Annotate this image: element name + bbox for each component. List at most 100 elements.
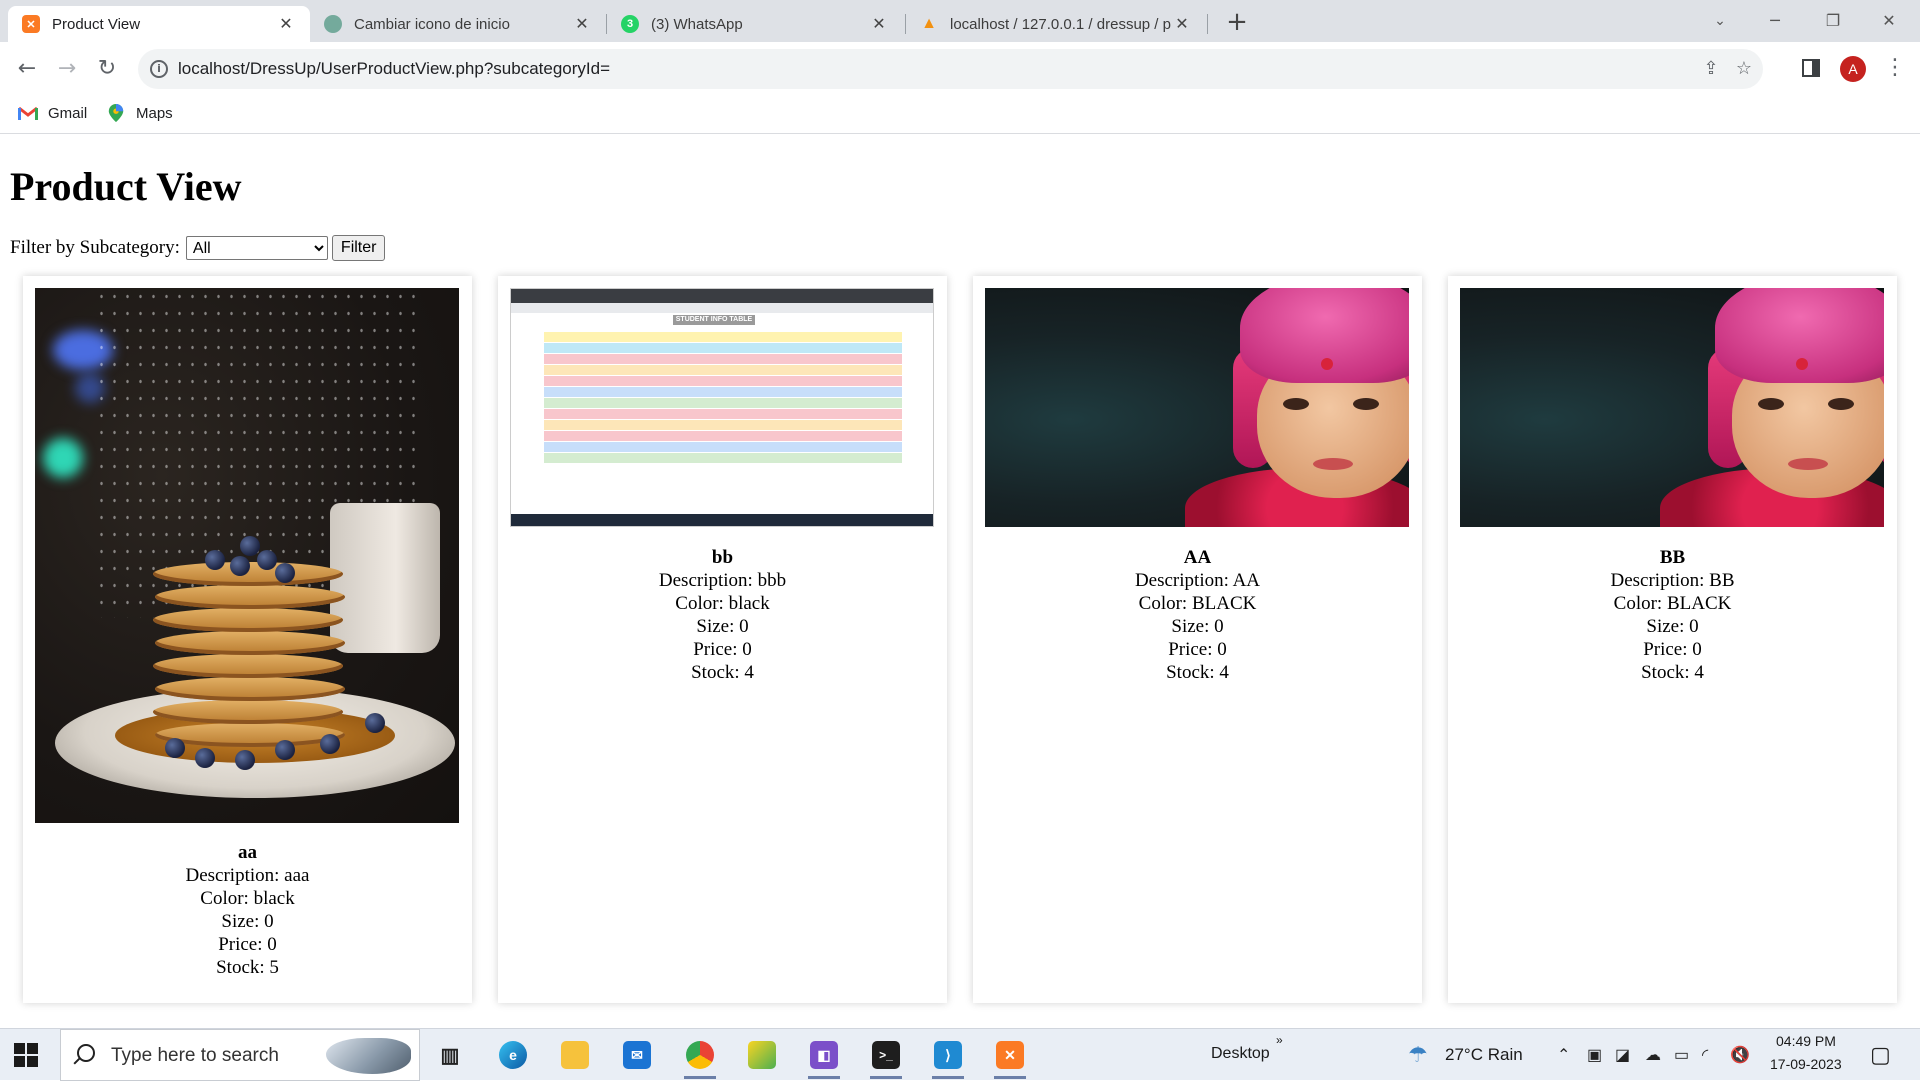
close-tab-icon[interactable]: ✕: [276, 14, 296, 34]
product-stock: Stock: 5: [216, 957, 279, 978]
task-view-icon[interactable]: ▥: [430, 1035, 470, 1075]
tab-whatsapp[interactable]: 3 (3) WhatsApp ✕: [607, 6, 903, 42]
page-content: Product View Filter by Subcategory: All …: [0, 135, 1920, 1028]
back-button[interactable]: ←: [10, 52, 44, 86]
bookmark-gmail[interactable]: Gmail: [18, 104, 87, 122]
xampp-icon[interactable]: ✕: [990, 1035, 1030, 1079]
page-title: Product View: [10, 164, 242, 209]
meet-now-icon[interactable]: ▣: [1587, 1045, 1602, 1065]
product-color: Color: BLACK: [1138, 593, 1257, 614]
tab-cambiar-icono[interactable]: Cambiar icono de inicio ✕: [310, 6, 606, 42]
tray-app-icon[interactable]: ◪: [1615, 1045, 1630, 1065]
search-highlight-image: [326, 1038, 411, 1074]
share-icon[interactable]: ⇪: [1700, 58, 1722, 80]
tab-title: localhost / 127.0.0.1 / dressup / p: [950, 15, 1171, 33]
clock-time[interactable]: 04:49 PM: [1776, 1033, 1836, 1049]
filter-form: Filter by Subcategory: All Filter: [10, 235, 386, 261]
desktop-toolbar-label[interactable]: Desktop: [1211, 1045, 1270, 1063]
chrome-icon[interactable]: [680, 1035, 720, 1079]
product-description: Description: bbb: [658, 570, 787, 591]
notifications-icon[interactable]: ▢: [1870, 1042, 1891, 1068]
search-placeholder: Type here to search: [111, 1045, 279, 1066]
product-info: AA Description: AA Color: BLACK Size: 0 …: [973, 546, 1422, 684]
bookmark-maps[interactable]: Maps: [106, 104, 173, 122]
subcategory-select[interactable]: All: [185, 236, 328, 260]
restore-button[interactable]: ❐: [1810, 6, 1856, 36]
new-tab-button[interactable]: +: [1222, 8, 1252, 38]
profile-avatar[interactable]: A: [1840, 56, 1866, 82]
toolbar-expand-icon[interactable]: »: [1276, 1033, 1283, 1047]
product-name: AA: [1183, 547, 1212, 568]
product-name: aa: [238, 842, 257, 863]
site-info-icon[interactable]: i: [150, 60, 168, 78]
product-description: Description: BB: [1610, 570, 1735, 591]
product-color: Color: BLACK: [1613, 593, 1732, 614]
product-info: BB Description: BB Color: BLACK Size: 0 …: [1448, 546, 1897, 684]
product-image-screenshot: STUDENT INFO TABLE: [510, 288, 934, 527]
browser-toolbar: ← → ↻ i localhost/DressUp/UserProductVie…: [0, 42, 1920, 96]
windows-taskbar: Type here to search ▥ e ✉ ◧ >_ ⟩ ✕ Deskt…: [0, 1028, 1920, 1081]
search-icon: [77, 1044, 95, 1062]
file-explorer-icon[interactable]: [555, 1035, 595, 1075]
url-text[interactable]: localhost/DressUp/UserProductView.php?su…: [178, 59, 610, 79]
product-price: Price: 0: [218, 934, 277, 955]
bookmarks-bar: Gmail Maps: [0, 96, 1920, 134]
product-image-pancake: [35, 288, 459, 823]
side-panel-icon[interactable]: [1802, 59, 1820, 77]
product-color: Color: black: [200, 888, 295, 909]
wifi-icon[interactable]: ◜: [1702, 1045, 1708, 1065]
product-stock: Stock: 4: [1641, 662, 1704, 683]
clock-date[interactable]: 17-09-2023: [1770, 1056, 1842, 1072]
minimize-button[interactable]: ─: [1752, 6, 1798, 36]
bookmark-star-icon[interactable]: ☆: [1733, 58, 1755, 80]
product-description: Description: AA: [1134, 570, 1261, 591]
onedrive-icon[interactable]: ☁: [1645, 1045, 1661, 1065]
address-bar[interactable]: i localhost/DressUp/UserProductView.php?…: [138, 49, 1763, 89]
product-card: AA Description: AA Color: BLACK Size: 0 …: [973, 276, 1422, 1003]
product-card: aa Description: aaa Color: black Size: 0…: [23, 276, 472, 1003]
vscode-icon[interactable]: ⟩: [928, 1035, 968, 1079]
reload-button[interactable]: ↻: [90, 52, 124, 86]
chevron-up-icon[interactable]: ⌃: [1557, 1045, 1570, 1065]
product-card: BB Description: BB Color: BLACK Size: 0 …: [1448, 276, 1897, 1003]
product-name: BB: [1659, 547, 1686, 568]
battery-icon[interactable]: ▭: [1674, 1045, 1689, 1065]
product-size: Size: 0: [696, 616, 749, 637]
maps-icon: [108, 104, 124, 122]
paint-icon[interactable]: [742, 1035, 782, 1075]
mail-icon[interactable]: ✉: [617, 1035, 657, 1075]
close-tab-icon[interactable]: ✕: [572, 14, 592, 34]
product-name: bb: [711, 547, 734, 568]
phpmyadmin-icon: ▲: [921, 15, 937, 32]
product-price: Price: 0: [693, 639, 752, 660]
edge-icon[interactable]: e: [493, 1035, 533, 1075]
product-image-portrait: [1460, 288, 1884, 527]
forward-button[interactable]: →: [50, 52, 84, 86]
screenshot-title: STUDENT INFO TABLE: [673, 315, 755, 325]
product-description: Description: aaa: [185, 865, 310, 886]
tab-phpmyadmin[interactable]: ▲ localhost / 127.0.0.1 / dressup / p ✕: [906, 6, 1206, 42]
tab-title: (3) WhatsApp: [651, 15, 743, 33]
product-price: Price: 0: [1168, 639, 1227, 660]
tab-title: Product View: [52, 15, 141, 33]
product-info: bb Description: bbb Color: black Size: 0…: [498, 546, 947, 684]
weather-text[interactable]: 27°C Rain: [1445, 1045, 1523, 1065]
more-menu-icon[interactable]: ⋮: [1884, 54, 1906, 82]
screenshot-table: [544, 332, 902, 464]
terminal-icon[interactable]: >_: [866, 1035, 906, 1079]
tab-product-view[interactable]: ✕ Product View ✕: [8, 6, 310, 42]
close-tab-icon[interactable]: ✕: [869, 14, 889, 34]
bookmark-label: Gmail: [48, 104, 88, 122]
taskbar-search-box[interactable]: Type here to search: [60, 1029, 420, 1081]
volume-muted-icon[interactable]: 🔇: [1730, 1045, 1750, 1065]
windows-start-icon[interactable]: [14, 1043, 38, 1067]
close-tab-icon[interactable]: ✕: [1172, 14, 1192, 34]
tab-search-icon[interactable]: ⌄: [1697, 6, 1743, 36]
product-info: aa Description: aaa Color: black Size: 0…: [23, 841, 472, 979]
openai-icon: [324, 15, 342, 33]
visual-studio-icon[interactable]: ◧: [804, 1035, 844, 1079]
filter-button[interactable]: Filter: [331, 235, 386, 261]
filter-label: Filter by Subcategory:: [10, 237, 180, 258]
close-window-button[interactable]: ✕: [1866, 6, 1912, 36]
tab-title: Cambiar icono de inicio: [354, 15, 510, 33]
